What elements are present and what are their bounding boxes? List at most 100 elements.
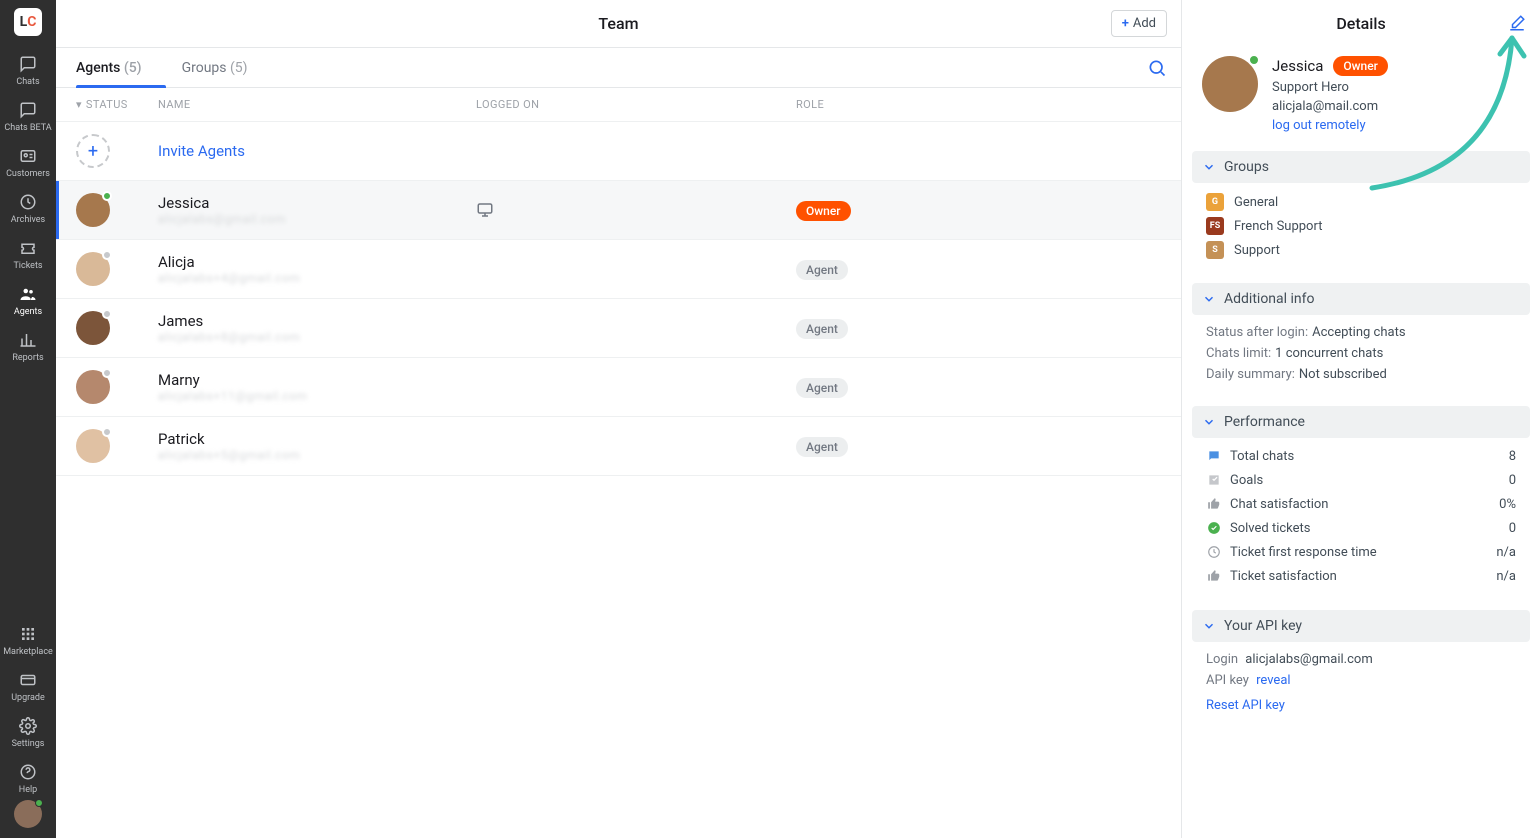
nav-label: Archives	[11, 215, 45, 225]
logout-link[interactable]: log out remotely	[1272, 118, 1388, 133]
reveal-link[interactable]: reveal	[1256, 673, 1290, 688]
perf-value: 8	[1509, 449, 1516, 464]
nav-archives[interactable]: Archives	[0, 184, 56, 230]
profile-block: Jessica Owner Support Hero alicjala@mail…	[1182, 48, 1540, 147]
kv-label: Daily summary:	[1206, 367, 1295, 382]
role-badge: Agent	[796, 319, 848, 339]
nav-label: Help	[19, 785, 37, 795]
nav-chats-beta[interactable]: Chats BETA	[0, 92, 56, 138]
monitor-icon	[476, 201, 494, 219]
people-icon	[18, 284, 38, 304]
nav-label: Chats BETA	[4, 123, 51, 133]
performance-row: Goals 0	[1206, 472, 1516, 488]
kv-value: Accepting chats	[1312, 325, 1405, 340]
profile-role: Support Hero	[1272, 80, 1388, 95]
agent-row[interactable]: Alicjaalicjalabs+4@gmail.com Agent	[56, 240, 1181, 299]
chat-bubble-icon	[18, 54, 38, 74]
agent-email: alicjalabs+8@gmail.com	[158, 330, 476, 344]
search-icon[interactable]	[1147, 58, 1167, 78]
performance-row: Total chats8	[1206, 448, 1516, 464]
help-icon	[18, 762, 38, 782]
group-name: General	[1234, 195, 1278, 210]
nav-agents[interactable]: Agents	[0, 276, 56, 322]
section-label: Your API key	[1224, 618, 1302, 634]
nav-customers[interactable]: Customers	[0, 138, 56, 184]
perf-value: 0	[1509, 473, 1516, 488]
tab-agents[interactable]: Agents (5)	[76, 50, 142, 86]
agent-name: Marny	[158, 371, 476, 389]
chart-icon	[18, 330, 38, 350]
section-additional-header[interactable]: Additional info	[1192, 283, 1530, 315]
nav-tickets[interactable]: Tickets	[0, 230, 56, 276]
section-performance-header[interactable]: Performance	[1192, 406, 1530, 438]
section-label: Groups	[1224, 159, 1269, 175]
nav-reports[interactable]: Reports	[0, 322, 56, 368]
agent-row[interactable]: Jessicaalicjalabs@gmail.com Owner	[56, 181, 1181, 240]
tab-groups[interactable]: Groups (5)	[182, 50, 248, 86]
add-button-label: Add	[1133, 16, 1156, 31]
col-status[interactable]: ▾ STATUS	[76, 98, 158, 111]
gear-icon	[18, 716, 38, 736]
section-label: Additional info	[1224, 291, 1315, 307]
role-badge: Agent	[796, 260, 848, 280]
invite-label: Invite Agents	[158, 142, 476, 160]
reset-api-link[interactable]: Reset API key	[1206, 698, 1285, 713]
column-headers: ▾ STATUS NAME LOGGED ON ROLE	[56, 88, 1181, 122]
agent-name: James	[158, 312, 476, 330]
chat-icon	[1206, 448, 1222, 464]
edit-button[interactable]	[1508, 14, 1526, 32]
agent-email: alicjalabs@gmail.com	[158, 212, 476, 226]
col-role: ROLE	[796, 98, 1161, 111]
nav-upgrade[interactable]: Upgrade	[0, 662, 56, 708]
role-badge: Agent	[796, 437, 848, 457]
group-icon: G	[1206, 193, 1224, 211]
nav-marketplace[interactable]: Marketplace	[0, 616, 56, 662]
section-groups-header[interactable]: Groups	[1192, 151, 1530, 183]
profile-avatar	[1202, 56, 1258, 112]
nav-chats[interactable]: Chats	[0, 46, 56, 92]
section-api-header[interactable]: Your API key	[1192, 610, 1530, 642]
nav-label: Tickets	[13, 261, 42, 271]
perf-label: Solved tickets	[1230, 521, 1311, 536]
thumb-icon	[1206, 568, 1222, 584]
chevron-down-icon	[1202, 619, 1216, 633]
agent-avatar	[76, 193, 110, 227]
check-icon	[1206, 520, 1222, 536]
page-title: Team	[598, 14, 638, 33]
app-logo[interactable]: LC	[14, 8, 42, 36]
kv-value: 1 concurrent chats	[1275, 346, 1383, 361]
group-item: FSFrench Support	[1206, 217, 1516, 235]
perf-value: n/a	[1496, 545, 1516, 560]
nav-help[interactable]: Help	[0, 754, 56, 800]
group-item: SSupport	[1206, 241, 1516, 259]
nav-settings[interactable]: Settings	[0, 708, 56, 754]
details-title: Details	[1182, 0, 1540, 48]
agent-email: alicjalabs+5@gmail.com	[158, 448, 476, 462]
perf-label: Goals	[1230, 473, 1263, 488]
topbar: Team + Add	[56, 0, 1181, 48]
col-logged: LOGGED ON	[476, 98, 796, 111]
agent-row[interactable]: Marnyalicjalabs+11@gmail.com Agent	[56, 358, 1181, 417]
user-avatar[interactable]	[14, 800, 42, 828]
kv-value: Not subscribed	[1299, 367, 1387, 382]
agent-row[interactable]: Patrickalicjalabs+5@gmail.com Agent	[56, 417, 1181, 476]
tab-label: Groups	[182, 60, 227, 76]
apps-icon	[18, 624, 38, 644]
nav-label: Settings	[12, 739, 45, 749]
clock-icon	[1206, 544, 1222, 560]
agent-name: Alicja	[158, 253, 476, 271]
invite-agents-row[interactable]: + Invite Agents	[56, 122, 1181, 181]
nav-label: Agents	[14, 307, 42, 317]
goal-icon	[1206, 472, 1222, 488]
plus-icon: +	[1122, 16, 1129, 31]
agent-avatar	[76, 252, 110, 286]
perf-value: 0%	[1499, 497, 1516, 512]
group-item: G General	[1206, 193, 1516, 211]
nav-label: Upgrade	[11, 693, 45, 703]
agent-email: alicjalabs+4@gmail.com	[158, 271, 476, 285]
perf-value: 0	[1509, 521, 1516, 536]
kv-value: alicjalabs@gmail.com	[1245, 652, 1372, 667]
agent-row[interactable]: Jamesalicjalabs+8@gmail.com Agent	[56, 299, 1181, 358]
chat-bubble-icon	[18, 100, 38, 120]
add-button[interactable]: + Add	[1111, 10, 1167, 37]
